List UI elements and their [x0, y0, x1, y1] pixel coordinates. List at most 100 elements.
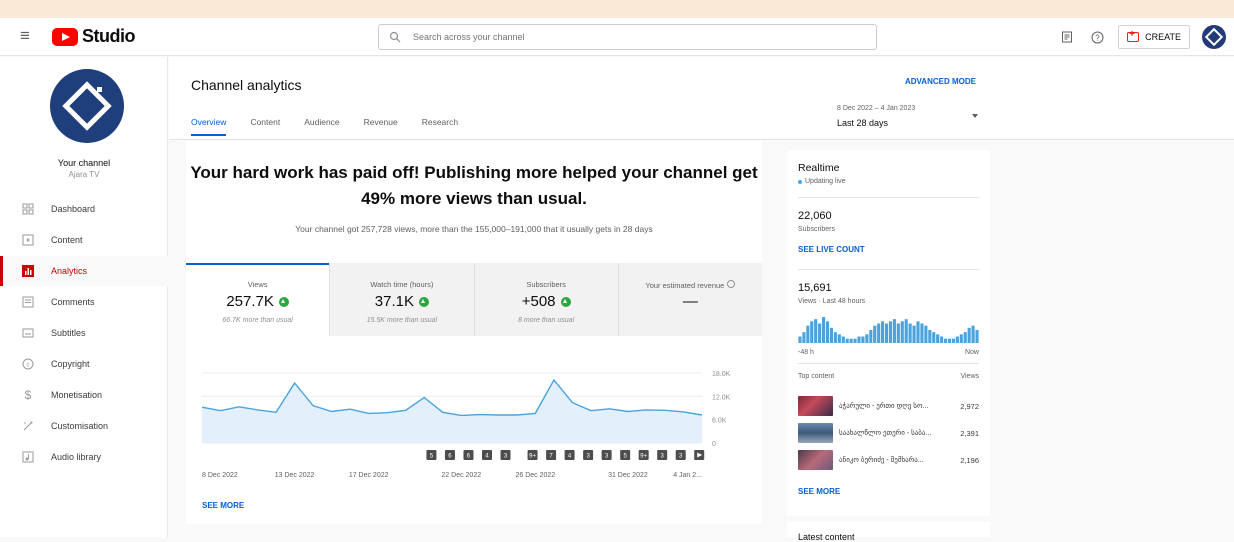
data-point[interactable]	[478, 413, 482, 417]
data-point[interactable]	[441, 410, 445, 414]
realtime-bar[interactable]	[873, 325, 877, 343]
realtime-bar[interactable]	[806, 325, 810, 343]
realtime-bar[interactable]	[908, 323, 912, 344]
realtime-bar[interactable]	[849, 338, 853, 343]
realtime-bar[interactable]	[928, 330, 932, 343]
realtime-bar[interactable]	[967, 327, 971, 343]
upload-marker[interactable]: 9+	[527, 450, 538, 460]
sidebar-item-analytics[interactable]: Analytics	[0, 256, 168, 286]
realtime-bar[interactable]	[963, 332, 967, 343]
realtime-bar[interactable]	[924, 325, 928, 343]
data-point[interactable]	[219, 409, 223, 413]
data-point[interactable]	[422, 396, 426, 400]
sidebar-item-customisation[interactable]: Customisation	[0, 411, 168, 441]
play-marker-icon[interactable]	[694, 450, 705, 460]
data-point[interactable]	[348, 407, 352, 411]
realtime-bar[interactable]	[841, 336, 845, 344]
hamburger-menu-icon[interactable]: ≡	[20, 27, 38, 45]
sidebar-item-audio-library[interactable]: Audio library	[0, 442, 168, 472]
metric-subscribers[interactable]: Subscribers +508 8 more than usual	[475, 263, 619, 336]
data-point[interactable]	[496, 413, 500, 417]
realtime-bar[interactable]	[955, 336, 959, 344]
realtime-bar-chart[interactable]	[798, 315, 979, 343]
realtime-bar[interactable]	[853, 338, 857, 343]
realtime-bar[interactable]	[951, 338, 955, 343]
upload-marker[interactable]: 4	[564, 450, 575, 460]
upload-marker[interactable]: 7	[546, 450, 557, 460]
realtime-bar[interactable]	[861, 336, 865, 344]
realtime-bar[interactable]	[881, 321, 885, 343]
tab-overview[interactable]: Overview	[191, 117, 227, 136]
data-point[interactable]	[607, 407, 611, 411]
data-point[interactable]	[404, 408, 408, 412]
create-button[interactable]: CREATE	[1118, 25, 1190, 49]
sidebar-item-dashboard[interactable]: Dashboard	[0, 194, 168, 224]
top-content-item[interactable]: აჭარული - ერთი დღე სო... 2,972	[798, 394, 979, 418]
data-point[interactable]	[681, 410, 685, 414]
data-point[interactable]	[237, 405, 241, 409]
realtime-bar[interactable]	[892, 319, 896, 343]
upload-marker[interactable]: 4	[482, 450, 492, 460]
search-box[interactable]	[378, 24, 877, 50]
data-point[interactable]	[200, 405, 204, 409]
realtime-bar[interactable]	[932, 332, 936, 343]
advanced-mode-link[interactable]: ADVANCED MODE	[905, 77, 976, 86]
info-icon[interactable]	[727, 280, 736, 288]
upload-marker[interactable]: 3	[583, 450, 594, 460]
realtime-bar[interactable]	[845, 338, 849, 343]
upload-marker[interactable]: 9+	[638, 450, 649, 460]
channel-avatar[interactable]	[50, 69, 124, 143]
realtime-bar[interactable]	[943, 338, 948, 343]
data-point[interactable]	[663, 408, 667, 412]
studio-logo[interactable]: Studio	[52, 26, 136, 47]
sidebar-item-monetisation[interactable]: $ Monetisation	[0, 380, 168, 410]
realtime-bar[interactable]	[802, 332, 806, 343]
data-point[interactable]	[385, 411, 389, 415]
date-range-label[interactable]: Last 28 days	[837, 118, 888, 128]
realtime-bar[interactable]	[940, 336, 944, 344]
realtime-bar[interactable]	[916, 321, 920, 343]
realtime-bar[interactable]	[971, 325, 975, 343]
data-point[interactable]	[330, 410, 334, 414]
tab-audience[interactable]: Audience	[304, 117, 339, 136]
data-point[interactable]	[459, 413, 463, 417]
help-icon[interactable]: ?	[1088, 28, 1106, 46]
realtime-bar[interactable]	[877, 323, 881, 344]
notes-icon[interactable]	[1058, 28, 1076, 46]
data-point[interactable]	[644, 408, 648, 412]
account-avatar[interactable]	[1202, 25, 1226, 49]
data-point[interactable]	[274, 410, 278, 414]
realtime-bar[interactable]	[936, 334, 940, 343]
upload-marker[interactable]: 3	[657, 450, 668, 460]
data-point[interactable]	[293, 381, 297, 385]
see-live-count-link[interactable]: SEE LIVE COUNT	[798, 245, 865, 254]
realtime-bar[interactable]	[798, 336, 802, 344]
data-point[interactable]	[533, 411, 537, 415]
search-input[interactable]	[413, 32, 833, 42]
data-point[interactable]	[256, 408, 260, 412]
metric-revenue[interactable]: Your estimated revenue —	[619, 263, 762, 336]
data-point[interactable]	[311, 404, 315, 408]
realtime-bar[interactable]	[904, 319, 908, 343]
date-range-text[interactable]: 8 Dec 2022 – 4 Jan 2023	[837, 105, 915, 112]
realtime-bar[interactable]	[920, 323, 924, 344]
upload-marker[interactable]: 3	[675, 450, 686, 460]
tab-research[interactable]: Research	[422, 117, 458, 136]
data-point[interactable]	[515, 413, 519, 417]
data-point[interactable]	[570, 401, 574, 405]
realtime-bar[interactable]	[912, 325, 916, 343]
upload-marker[interactable]: 5	[426, 450, 437, 460]
realtime-bar[interactable]	[833, 332, 837, 343]
data-point[interactable]	[552, 378, 556, 382]
data-point[interactable]	[626, 410, 630, 414]
realtime-bar[interactable]	[829, 327, 834, 343]
realtime-bar[interactable]	[869, 330, 873, 343]
realtime-bar[interactable]	[810, 321, 814, 343]
top-content-item[interactable]: ანიკო ბერიძე - შემხარა... 2,196	[798, 448, 979, 472]
realtime-bar[interactable]	[900, 321, 904, 343]
sidebar-item-content[interactable]: Content	[0, 225, 168, 255]
metric-views[interactable]: Views 257.7K 66.7K more than usual	[186, 263, 331, 336]
realtime-bar[interactable]	[814, 319, 818, 343]
data-point[interactable]	[700, 413, 704, 417]
see-more-link[interactable]: SEE MORE	[202, 501, 244, 510]
